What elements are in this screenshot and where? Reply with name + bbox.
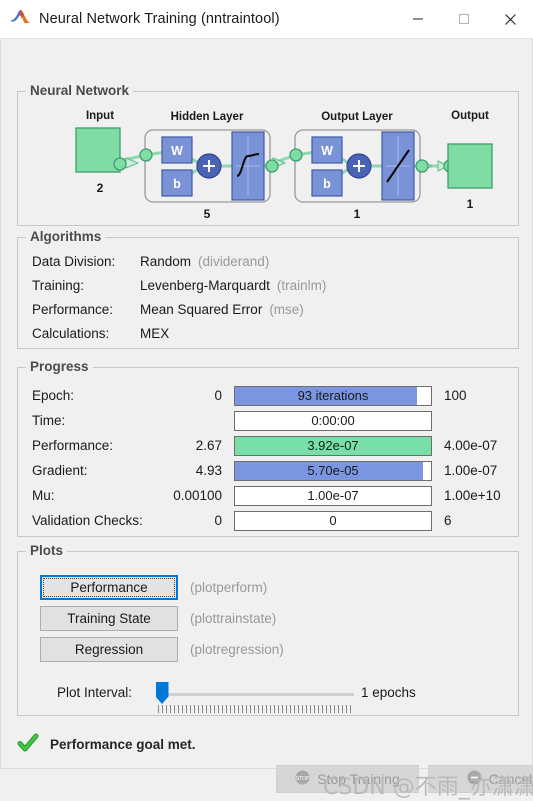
hidden-layer-size: 5 [204,207,211,221]
algorithm-row-data-division: Data Division: Random (dividerand) [32,254,269,269]
validation-checks-progress-bar: 0 [234,510,432,531]
input-size: 2 [97,181,104,195]
performance-progress-label: Performance: [32,438,114,453]
output-layer-size: 1 [354,207,361,221]
input-label: Input [86,110,114,122]
neural-network-group: Neural Network Input 2 Hidden Layer W b … [17,83,519,226]
window-controls [395,0,533,38]
performance-progress-bar: 3.92e-07 [234,435,432,456]
output-block [447,143,493,189]
mu-current: 0.00100 [173,488,222,503]
progress-row-performance: Performance: 2.67 3.92e-07 4.00e-07 [18,435,518,456]
hidden-bias-label: b [173,177,181,191]
output-layer-label: Output Layer [321,111,393,123]
minimize-icon[interactable] [395,0,441,38]
mu-label: Mu: [32,488,55,503]
time-progress-bar: 0:00:00 [234,410,432,431]
performance-value: Mean Squared Error [140,302,263,317]
algorithm-row-training: Training: Levenberg-Marquardt (trainlm) [32,278,326,293]
svg-text:STOP: STOP [296,776,310,782]
data-division-value: Random [140,254,192,269]
gradient-current: 4.93 [195,463,222,478]
title-bar: Neural Network Training (nntraintool) [0,0,533,39]
validation-checks-max: 6 [444,513,452,528]
validation-checks-current: 0 [214,513,222,528]
regression-plot-button[interactable]: Regression [40,637,178,662]
close-icon[interactable] [487,0,533,38]
network-architecture-diagram: Input 2 Hidden Layer W b 5 Output Layer … [75,110,493,221]
progress-row-gradient: Gradient: 4.93 5.70e-05 1.00e-07 [18,460,518,481]
output-bias-label: b [323,177,331,191]
plot-interval-value: 1 epochs [361,685,416,700]
progress-row-epoch: Epoch: 0 93 iterations 100 [18,385,518,406]
data-division-label: Data Division: [32,254,116,269]
algorithms-group-title: Algorithms [26,229,106,244]
epoch-current: 0 [214,388,222,403]
hidden-weight-label: W [171,144,183,158]
progress-group-title: Progress [26,359,93,374]
validation-checks-label: Validation Checks: [32,513,143,528]
maximize-icon[interactable] [441,0,487,38]
training-func: (trainlm) [276,278,327,293]
status-row: Performance goal met. [17,732,196,757]
algorithm-row-performance: Performance: Mean Squared Error (mse) [32,302,304,317]
progress-row-mu: Mu: 0.00100 1.00e-07 1.00e+10 [18,485,518,506]
mu-progress-bar: 1.00e-07 [234,485,432,506]
status-message: Performance goal met. [50,737,196,752]
plot-interval-slider-ticks [158,705,354,713]
training-value: Levenberg-Marquardt [140,278,270,293]
window-body: Neural Network Input 2 Hidden Layer W b … [0,39,533,800]
output-weight-label: W [321,144,333,158]
stop-training-label: Stop Training [317,771,400,787]
time-bar-text: 0:00:00 [311,413,355,428]
output-label: Output [451,110,489,122]
performance-label: Performance: [32,302,114,317]
performance-bar-text: 3.92e-07 [307,438,359,453]
algorithms-group: Algorithms Data Division: Random (dividera… [17,229,519,349]
performance-func: (mse) [269,302,304,317]
time-label: Time: [32,413,66,428]
plot-interval-slider-track[interactable] [156,693,354,696]
epoch-progress-bar: 93 iterations [234,385,432,406]
input-block [75,127,121,173]
performance-max: 4.00e-07 [444,438,498,453]
gradient-label: Gradient: [32,463,88,478]
plots-group-title: Plots [26,543,68,558]
mu-max: 1.00e+10 [444,488,501,503]
training-state-plot-func: (plottrainstate) [190,611,277,626]
gradient-max: 1.00e-07 [444,463,498,478]
cancel-label: Cancel [488,771,533,787]
calculations-label: Calculations: [32,326,110,341]
algorithm-row-calculations: Calculations: MEX [32,326,176,341]
matlab-membrane-icon [9,8,31,30]
performance-current: 2.67 [195,438,222,453]
epoch-max: 100 [444,388,467,403]
cancel-icon [467,770,482,788]
performance-plot-func: (plotperform) [190,580,268,595]
hidden-layer-label: Hidden Layer [171,111,244,123]
plot-interval-label: Plot Interval: [57,685,133,700]
output-size: 1 [467,197,474,211]
epoch-label: Epoch: [32,388,75,403]
mu-bar-text: 1.00e-07 [307,488,359,503]
green-check-icon [17,732,39,757]
progress-row-validation-checks: Validation Checks: 0 0 6 [18,510,518,531]
regression-plot-func: (plotregression) [190,642,284,657]
gradient-progress-bar: 5.70e-05 [234,460,432,481]
stop-training-button[interactable]: STOP Stop Training [276,765,419,793]
training-label: Training: [32,278,85,293]
calculations-value: MEX [140,326,170,341]
performance-plot-button[interactable]: Performance [40,575,178,600]
training-state-plot-button[interactable]: Training State [40,606,178,631]
data-division-func: (dividerand) [198,254,270,269]
progress-row-time: Time: 0:00:00 [18,410,518,431]
window-title: Neural Network Training (nntraintool) [39,11,280,27]
gradient-bar-text: 5.70e-05 [307,463,359,478]
validation-checks-bar-text: 0 [329,513,337,528]
epoch-bar-text: 93 iterations [297,388,369,403]
stop-icon: STOP [295,770,310,788]
cancel-button[interactable]: Cancel [428,765,533,793]
progress-group: Progress Epoch: 0 93 iterations 100 Time… [17,359,519,537]
